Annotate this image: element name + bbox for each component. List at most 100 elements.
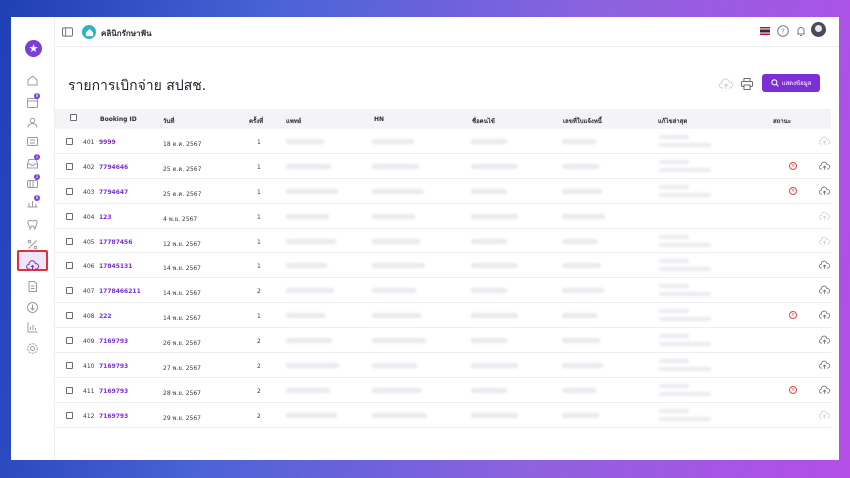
- row-checkbox[interactable]: [66, 312, 73, 320]
- row-number: 404: [83, 213, 95, 221]
- updated-time-blurred: [659, 292, 711, 297]
- table-row[interactable]: 402 7794646 25 ต.ค. 2567 1 ×: [55, 154, 831, 179]
- row-number: 407: [83, 288, 95, 296]
- home-icon[interactable]: [26, 74, 39, 87]
- cloud-upload-icon[interactable]: [819, 136, 830, 146]
- cloud-upload-icon[interactable]: [819, 211, 830, 221]
- header-patient[interactable]: ชื่อคนไข้: [472, 116, 495, 126]
- header-hn[interactable]: HN: [374, 116, 384, 123]
- row-date: 25 ต.ค. 2567: [163, 190, 202, 198]
- id-card-icon[interactable]: [26, 135, 39, 148]
- row-checkbox[interactable]: [66, 362, 73, 370]
- booking-id-link[interactable]: 222: [99, 313, 112, 320]
- cloud-upload-icon[interactable]: [819, 360, 830, 370]
- cloud-upload-all-icon[interactable]: [719, 78, 733, 90]
- error-status-icon[interactable]: ×: [789, 161, 797, 170]
- row-checkbox[interactable]: [66, 212, 73, 220]
- patient-blurred: [471, 188, 507, 194]
- cloud-upload-icon[interactable]: [819, 285, 830, 295]
- header-doctor[interactable]: แพทย์: [286, 116, 301, 126]
- reference-blurred: [562, 387, 596, 393]
- tooth-icon[interactable]: [26, 218, 39, 231]
- row-date: 28 พ.ย. 2567: [163, 389, 202, 397]
- percent-icon[interactable]: [26, 238, 39, 251]
- header-date[interactable]: วันที่: [163, 116, 174, 126]
- user-icon[interactable]: [26, 116, 39, 129]
- table-row[interactable]: 410 7169793 27 พ.ย. 2567 2: [55, 353, 831, 378]
- cloud-upload-icon[interactable]: [819, 161, 830, 171]
- patient-blurred: [471, 238, 507, 244]
- row-checkbox[interactable]: [66, 337, 73, 345]
- sidebar-badge: 8: [34, 195, 40, 201]
- row-checkbox[interactable]: [66, 138, 73, 145]
- table-row[interactable]: 403 7794647 25 ต.ค. 2567 1 ×: [55, 179, 831, 204]
- cloud-upload-icon[interactable]: [819, 236, 830, 246]
- chart-icon[interactable]: [26, 321, 39, 334]
- table-row[interactable]: 409 7169793 26 พ.ย. 2567 2: [55, 328, 831, 354]
- header-status[interactable]: สถานะ: [773, 116, 791, 126]
- hn-blurred: [372, 213, 415, 219]
- booking-id-link[interactable]: 17845131: [99, 263, 132, 270]
- row-checkbox[interactable]: [66, 262, 73, 270]
- download-icon[interactable]: [26, 301, 39, 314]
- row-checkbox[interactable]: [66, 386, 73, 394]
- row-number: 411: [83, 387, 95, 395]
- table-row[interactable]: 408 222 14 พ.ย. 2567 1 ×: [55, 303, 831, 329]
- cloud-icon[interactable]: [26, 259, 39, 272]
- booking-id-link[interactable]: 1778466211: [99, 288, 141, 295]
- gear-icon[interactable]: [26, 342, 39, 355]
- booking-id-link[interactable]: 17787456: [99, 239, 132, 246]
- error-status-icon[interactable]: ×: [789, 186, 797, 195]
- cloud-upload-icon[interactable]: [819, 310, 830, 320]
- cloud-upload-icon[interactable]: [819, 385, 830, 395]
- doctor-blurred: [286, 238, 336, 244]
- bell-icon[interactable]: [795, 25, 807, 37]
- search-button[interactable]: แสดงข้อมูล: [762, 74, 820, 92]
- patient-blurred: [471, 313, 518, 319]
- header-booking-id[interactable]: Booking ID: [100, 116, 137, 123]
- thai-flag-icon[interactable]: [760, 27, 770, 35]
- table-row[interactable]: 407 1778466211 14 พ.ย. 2567 2: [55, 278, 831, 304]
- table-row[interactable]: 412 7169793 29 พ.ย. 2567 2: [55, 403, 831, 428]
- patient-blurred: [471, 263, 518, 269]
- row-checkbox[interactable]: [66, 162, 73, 170]
- row-checkbox[interactable]: [66, 287, 73, 295]
- table-row[interactable]: 404 123 4 พ.ย. 2567 1: [55, 204, 831, 229]
- header-reference[interactable]: เลขที่ใบแจ้งหนี้: [563, 116, 602, 126]
- cloud-upload-icon[interactable]: [819, 186, 830, 196]
- error-status-icon[interactable]: ×: [789, 311, 797, 320]
- document-icon[interactable]: [26, 280, 39, 293]
- header-updated[interactable]: แก้ไขล่าสุด: [658, 116, 687, 126]
- booking-id-link[interactable]: 7169793: [99, 338, 128, 345]
- header-times[interactable]: ครั้งที่: [249, 116, 263, 126]
- table-row[interactable]: 405 17787456 12 พ.ย. 2567 1: [55, 229, 831, 254]
- row-checkbox[interactable]: [66, 187, 73, 195]
- cloud-upload-icon[interactable]: [819, 335, 830, 345]
- help-icon[interactable]: ?: [777, 25, 789, 37]
- printer-icon[interactable]: [740, 77, 754, 91]
- reference-blurred: [562, 412, 599, 418]
- error-status-icon[interactable]: ×: [789, 385, 797, 394]
- booking-id-link[interactable]: 123: [99, 214, 112, 221]
- user-avatar[interactable]: [811, 22, 826, 37]
- booking-id-link[interactable]: 7169793: [99, 363, 128, 370]
- patient-blurred: [471, 163, 518, 169]
- booking-id-link[interactable]: 7169793: [99, 413, 128, 420]
- table-row[interactable]: 401 9999 18 ต.ค. 2567 1: [55, 129, 831, 154]
- select-all-checkbox[interactable]: [70, 114, 77, 121]
- row-checkbox[interactable]: [66, 237, 73, 245]
- booking-id-link[interactable]: 7794646: [99, 164, 128, 171]
- table-row[interactable]: 411 7169793 28 พ.ย. 2567 2 ×: [55, 378, 831, 403]
- cloud-upload-icon[interactable]: [819, 410, 830, 420]
- app-logo-icon[interactable]: ★: [25, 40, 42, 57]
- booking-id-link[interactable]: 9999: [99, 139, 116, 146]
- booking-id-link[interactable]: 7169793: [99, 388, 128, 395]
- table-row[interactable]: 406 17845131 14 พ.ย. 2567 1: [55, 253, 831, 279]
- booking-id-link[interactable]: 7794647: [99, 189, 128, 196]
- doctor-blurred: [286, 313, 325, 319]
- cloud-upload-icon[interactable]: [819, 260, 830, 270]
- row-times: 1: [257, 238, 261, 246]
- sidebar-toggle-icon[interactable]: [62, 27, 73, 37]
- doctor-blurred: [286, 213, 329, 219]
- row-checkbox[interactable]: [66, 411, 73, 419]
